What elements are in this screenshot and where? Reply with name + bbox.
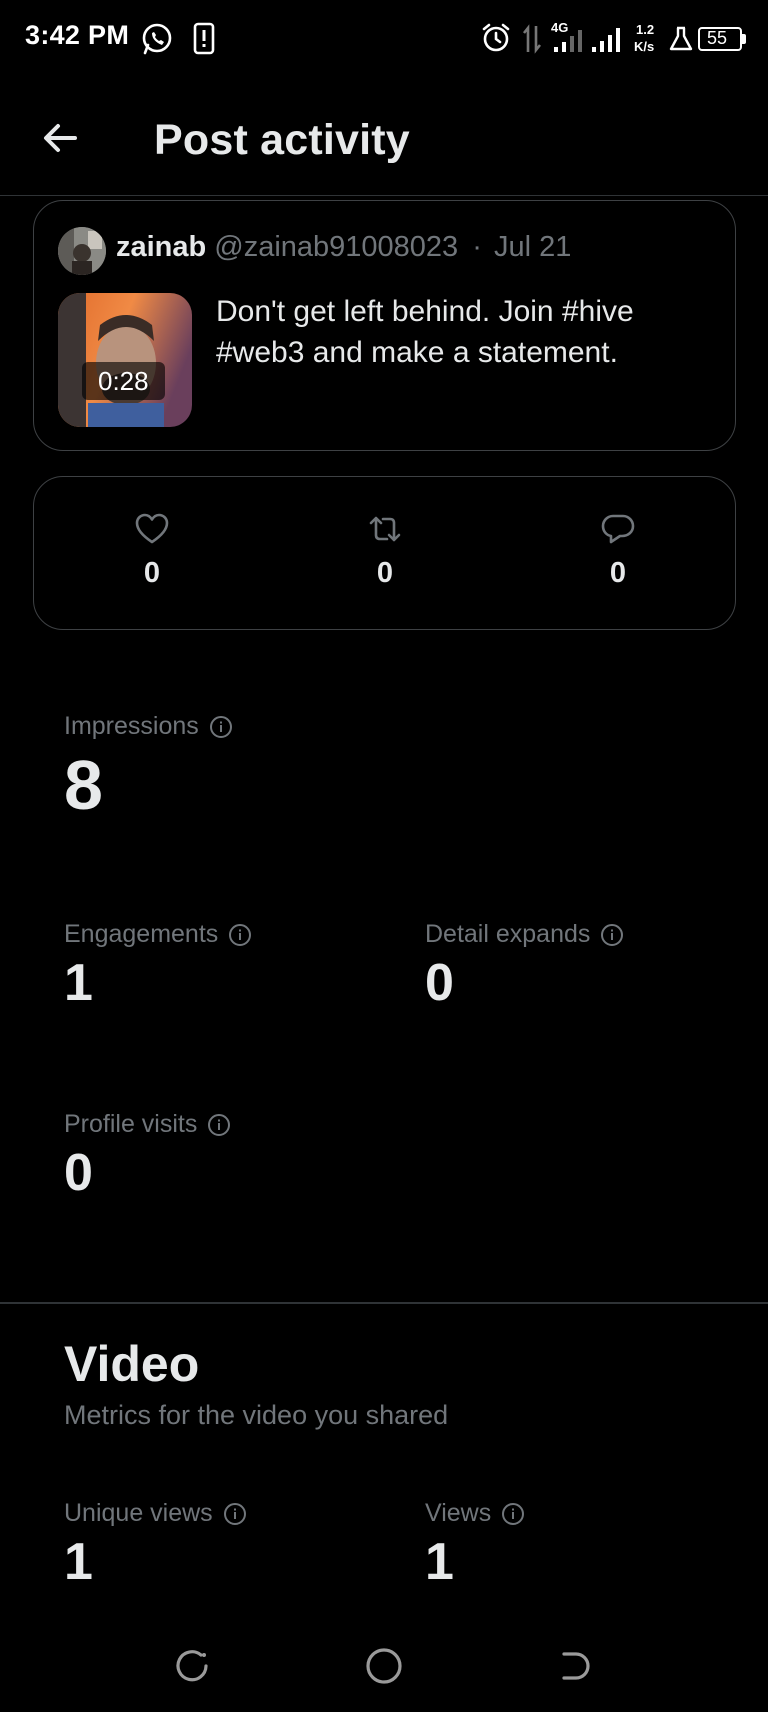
page-header: Post activity (0, 80, 768, 196)
likes-count: 0 (143, 557, 161, 589)
replies-count: 0 (609, 557, 627, 589)
author-name[interactable]: zainab (116, 231, 206, 263)
meta-separator: · (472, 231, 482, 263)
post-meta: zainab @zainab91008023 · Jul 21 (116, 231, 571, 264)
signal-icon (592, 28, 620, 52)
views-label: Views (425, 1499, 492, 1527)
recents-icon[interactable] (168, 1642, 216, 1690)
impressions-value: 8 (64, 746, 103, 824)
home-circle-icon[interactable] (360, 1642, 408, 1690)
profile-visits-metric: Profile visits 0 (64, 1110, 231, 1203)
views-value: 1 (425, 1533, 454, 1591)
arrow-left-icon (44, 124, 77, 152)
net-speed-value: 1.2 (636, 22, 655, 37)
post-text: Don't get left behind. Join #hive #web3 … (216, 295, 634, 369)
engagements-metric: Engagements 1 (64, 920, 252, 1013)
detail-expands-label: Detail expands (425, 920, 591, 948)
info-icon[interactable] (501, 1502, 525, 1526)
system-nav-bar (0, 1620, 768, 1712)
post-card[interactable]: zainab @zainab91008023 · Jul 21 0:28 Don'… (33, 200, 736, 451)
signal-icon (554, 30, 582, 52)
back-nav-icon[interactable] (552, 1642, 600, 1690)
info-icon[interactable] (228, 923, 252, 947)
unique-views-metric: Unique views 1 (64, 1499, 247, 1592)
views-metric: Views 1 (425, 1499, 525, 1592)
post-date: Jul 21 (493, 231, 572, 263)
impressions-label: Impressions (64, 712, 199, 740)
replies-stat: 0 (573, 511, 663, 590)
impressions-metric: Impressions 8 (64, 712, 233, 821)
sim-alert-icon (193, 22, 215, 55)
engagements-label: Engagements (64, 920, 219, 948)
avatar[interactable] (58, 227, 106, 275)
profile-visits-value: 0 (64, 1144, 93, 1202)
info-icon[interactable] (209, 715, 233, 739)
heart-icon (135, 513, 169, 544)
author-handle: @zainab91008023 (214, 231, 459, 263)
whatsapp-icon (142, 23, 172, 55)
data-arrows-icon (522, 24, 542, 54)
detail-expands-value: 0 (425, 954, 454, 1012)
video-thumbnail[interactable]: 0:28 (58, 293, 192, 427)
info-icon[interactable] (600, 923, 624, 947)
info-icon[interactable] (223, 1502, 247, 1526)
unique-views-label: Unique views (64, 1499, 213, 1527)
status-bar: 3:42 PM 4G 1.2 K/s 55 (0, 0, 768, 80)
repost-icon (369, 516, 401, 542)
unique-views-value: 1 (64, 1533, 93, 1591)
video-duration-badge: 0:28 (82, 362, 165, 400)
engagements-value: 1 (64, 954, 93, 1012)
reposts-count: 0 (376, 557, 394, 589)
detail-expands-metric: Detail expands 0 (425, 920, 624, 1013)
net-speed-unit: K/s (634, 39, 655, 54)
video-section-subtitle: Metrics for the video you shared (64, 1400, 449, 1430)
video-section-title: Video (64, 1336, 200, 1392)
engagement-summary: 0 0 0 (33, 476, 736, 630)
profile-visits-label: Profile visits (64, 1110, 198, 1138)
page-title: Post activity (154, 116, 410, 164)
reply-icon (601, 514, 635, 544)
battery-level: 55 (707, 28, 728, 48)
alarm-icon (482, 23, 510, 52)
info-icon[interactable] (207, 1113, 231, 1137)
reposts-stat: 0 (340, 511, 430, 590)
back-button[interactable] (36, 114, 84, 162)
status-time: 3:42 PM (25, 20, 130, 50)
section-divider (0, 1302, 768, 1304)
flask-icon (669, 26, 693, 51)
likes-stat: 0 (107, 511, 197, 590)
